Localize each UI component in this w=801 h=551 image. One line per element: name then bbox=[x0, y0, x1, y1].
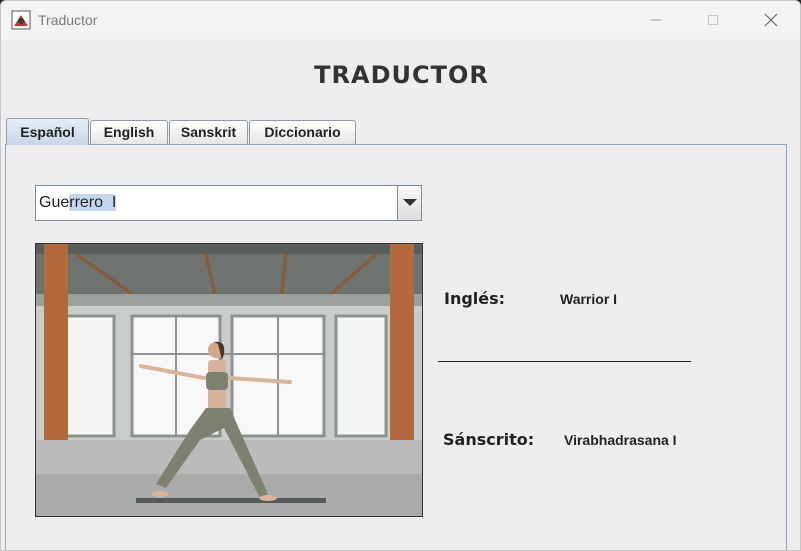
tab-english[interactable]: English bbox=[90, 120, 168, 144]
pose-select-dropdown-button[interactable] bbox=[397, 186, 421, 220]
sanskrit-value: Virabhadrasana I bbox=[564, 432, 677, 448]
sanskrit-label: Sánscrito: bbox=[443, 430, 535, 449]
pose-image bbox=[35, 243, 423, 517]
close-button[interactable] bbox=[748, 1, 794, 39]
close-icon bbox=[764, 13, 778, 27]
divider bbox=[438, 361, 691, 362]
english-label: Inglés: bbox=[444, 289, 506, 308]
title-bar: Traductor bbox=[1, 1, 800, 39]
java-app-icon bbox=[11, 10, 31, 30]
app-heading: TRADUCTOR bbox=[314, 61, 489, 89]
minimize-icon bbox=[651, 19, 661, 21]
english-value: Warrior I bbox=[560, 291, 618, 307]
window-title: Traductor bbox=[38, 12, 98, 28]
yoga-pose-photo bbox=[36, 244, 422, 516]
pose-select-selection: rrero I bbox=[69, 194, 117, 211]
app-window: Traductor TRADUCTOR Español English Sans… bbox=[0, 0, 801, 551]
tab-espanol[interactable]: Español bbox=[6, 118, 89, 145]
chevron-down-icon bbox=[403, 199, 417, 206]
pose-select[interactable]: Guerrero I bbox=[35, 185, 422, 221]
minimize-button[interactable] bbox=[633, 1, 679, 39]
maximize-button[interactable] bbox=[690, 1, 736, 39]
pose-select-value[interactable]: Guerrero I bbox=[39, 194, 117, 212]
tab-sanskrit[interactable]: Sanskrit bbox=[169, 120, 248, 144]
maximize-icon bbox=[708, 15, 718, 25]
tab-diccionario[interactable]: Diccionario bbox=[249, 120, 356, 144]
pose-select-value-start: Gue bbox=[39, 194, 70, 211]
